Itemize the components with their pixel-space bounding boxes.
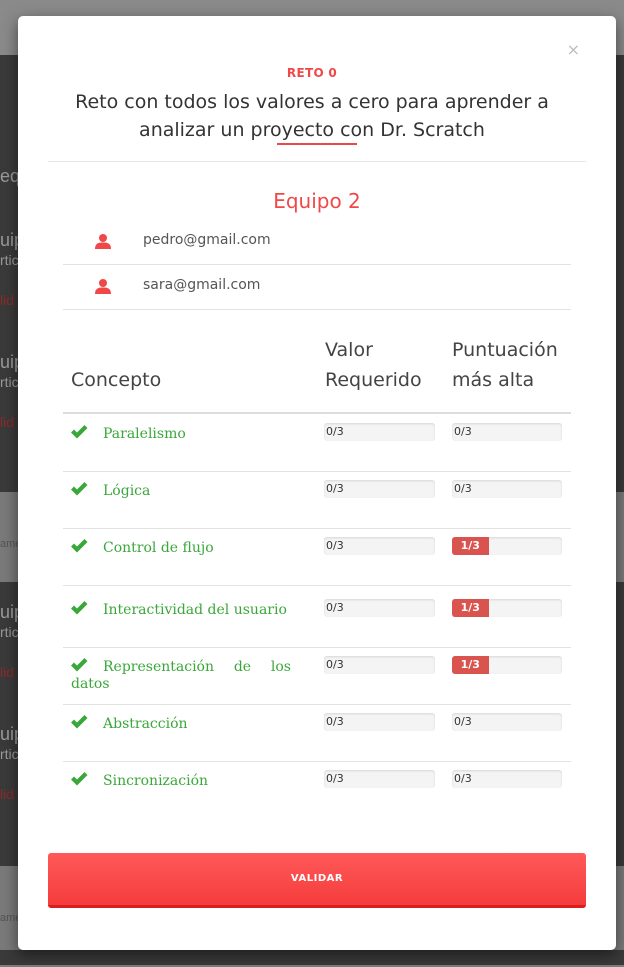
user-icon [95,234,111,249]
background-text: lid [0,414,15,430]
background-text: rtic [0,252,19,268]
member-email: pedro@gmail.com [143,232,271,248]
team-name: Equipo 2 [273,189,361,213]
highest-score-fill: 1/3 [452,656,489,674]
concept-name: Sincronización [103,773,209,789]
member-row: pedro@gmail.com [63,219,571,265]
highest-score-value: 0/3 [454,715,472,728]
table-row: Lógica 0/3 0/3 [63,471,571,529]
background-text: rtic [0,746,19,762]
concept-name: Paralelismo [103,426,186,442]
concept-name: Interactividad del usuario [103,602,287,618]
required-value: 0/3 [326,539,344,552]
title-underline [277,143,357,145]
header-required-line2: Requerido [325,369,422,391]
header-highest-line2: más alta [452,369,535,391]
table-row: Control de flujo 0/3 1/3 [63,528,571,586]
highest-score-fill: 1/3 [452,537,489,555]
required-progress-bar: 0/3 [324,656,435,674]
highest-score-value: 0/3 [454,425,472,438]
required-progress-bar: 0/3 [324,713,435,731]
challenge-label: RETO 0 [286,66,338,80]
table-row: Paralelismo 0/3 0/3 [63,414,571,472]
required-progress-bar: 0/3 [324,423,435,441]
close-button[interactable]: × [567,40,580,59]
required-value: 0/3 [326,772,344,785]
background-text: rtic [0,624,19,640]
background-text: lid [0,664,15,680]
required-value: 0/3 [326,425,344,438]
table-row: Representación de los datos 0/3 1/3 [63,647,571,705]
required-progress-bar: 0/3 [324,599,435,617]
required-value: 0/3 [326,658,344,671]
highest-score-progress-bar: 0/3 [452,423,562,441]
user-icon [95,279,111,294]
required-value: 0/3 [326,601,344,614]
concept-name: Control de flujo [103,540,214,556]
divider [48,161,586,162]
member-email: sara@gmail.com [143,277,261,293]
required-value: 0/3 [326,482,344,495]
header-concept: Concepto [71,369,162,391]
highest-score-progress-bar: 0/3 [452,480,562,498]
concept-name: Abstracción [103,716,188,732]
required-value: 0/3 [326,715,344,728]
table-row: Interactividad del usuario 0/3 1/3 [63,590,571,648]
table-row: Abstracción 0/3 0/3 [63,704,571,762]
highest-score-progress-bar: 0/3 [452,770,562,788]
header-highest-line1: Puntuación [452,339,558,361]
concept-name: Representación de los datos [71,659,291,692]
modal-title: Reto con todos los valores a cero para a… [75,91,549,141]
background-text: lid [0,786,15,802]
required-progress-bar: 0/3 [324,537,435,555]
highest-score-value: 0/3 [454,482,472,495]
highest-score-progress-bar: 0/3 [452,713,562,731]
background-text: lid [0,292,15,308]
highest-score-progress-bar: 1/3 [452,656,562,674]
header-required-line1: Valor [325,339,373,361]
highest-score-progress-bar: 1/3 [452,537,562,555]
highest-score-progress-bar: 1/3 [452,599,562,617]
highest-score-value: 0/3 [454,772,472,785]
validate-button[interactable]: VALIDAR [48,853,586,908]
background-text: rtic [0,374,19,390]
highest-score-fill: 1/3 [452,599,489,617]
concept-name: Lógica [103,483,151,499]
required-progress-bar: 0/3 [324,480,435,498]
member-row: sara@gmail.com [63,264,571,310]
table-row: Sincronización 0/3 0/3 [63,761,571,818]
required-progress-bar: 0/3 [324,770,435,788]
